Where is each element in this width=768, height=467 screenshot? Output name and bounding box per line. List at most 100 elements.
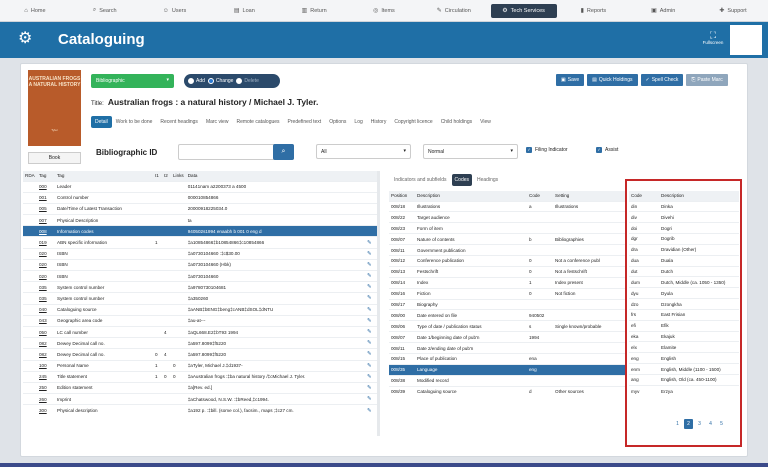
marc-tag-link[interactable]: 082: [37, 337, 55, 349]
language-code-row[interactable]: elx Elamite: [629, 341, 739, 353]
fixed-field-row[interactable]: 008/11 Date 2/ending date of pub'n: [389, 342, 627, 354]
pencil-icon[interactable]: ✎: [367, 284, 372, 290]
nav-item-loan[interactable]: ▤ Loan: [211, 4, 277, 18]
marc-row[interactable]: 008 Information codes 940502s1994 enaabh b…: [23, 225, 377, 237]
filter-normal-select[interactable]: Normal ▾: [423, 144, 518, 159]
pencil-icon[interactable]: ✎: [367, 318, 372, 324]
filter-all-select[interactable]: All ▾: [316, 144, 411, 159]
nav-item-support[interactable]: ✚ Support: [700, 4, 766, 18]
fullscreen-button[interactable]: ⛶ Fullscreen: [700, 30, 726, 45]
tab-marc-view[interactable]: Marc view: [202, 116, 233, 128]
marc-row[interactable]: 100 Personal Name 1 0 ‡aTyler, Michael J.‡d1…: [23, 359, 377, 372]
mode-add-radio[interactable]: Add: [188, 78, 205, 84]
pencil-icon[interactable]: ✎: [367, 307, 372, 313]
marc-tag-link[interactable]: 260: [37, 393, 55, 405]
language-code-row[interactable]: dyu Dyula: [629, 287, 739, 299]
marc-tag-link[interactable]: 050: [37, 325, 55, 338]
tab-log[interactable]: Log: [350, 116, 366, 128]
pencil-icon[interactable]: ✎: [367, 240, 372, 246]
language-code-row[interactable]: eka Ekajuk: [629, 330, 739, 342]
tab-view[interactable]: View: [476, 116, 495, 128]
mode-change-radio[interactable]: Change: [207, 78, 233, 84]
marc-tag-link[interactable]: 043: [37, 314, 55, 327]
fixed-field-row[interactable]: 008/16 Fiction 0 Not fiction: [389, 287, 627, 300]
tab-options[interactable]: Options: [325, 116, 350, 128]
marc-row[interactable]: 020 ISBN ‡a0730104660 (Hbk) ✎: [23, 258, 377, 271]
page-button-3[interactable]: 3: [695, 419, 704, 429]
language-code-row[interactable]: dzo Dzongkha: [629, 298, 739, 310]
marc-tag-link[interactable]: 250: [37, 381, 55, 394]
language-code-row[interactable]: dgr Dogrib: [629, 233, 739, 245]
page-button-1[interactable]: 1: [673, 419, 682, 429]
fixed-field-row[interactable]: 008/14 Index 1 Index present: [389, 276, 627, 289]
marc-row[interactable]: 019 ABN specific information 1 ‡a10854866‡b…: [23, 236, 377, 249]
page-button-5[interactable]: 5: [717, 419, 726, 429]
spell-check-button[interactable]: ✓ Spell Check: [640, 74, 684, 86]
marc-tag-link[interactable]: 020: [37, 247, 55, 260]
nav-item-items[interactable]: ◎ Items: [351, 4, 417, 18]
marc-tag-link[interactable]: 019: [37, 236, 55, 249]
marc-tag-link[interactable]: 100: [37, 359, 55, 372]
fixed-field-row[interactable]: 008/11 Government publication: [389, 244, 627, 256]
quick-holdings-button[interactable]: ▤ Quick Holdings: [587, 74, 638, 86]
fixed-field-row[interactable]: 008/06 Type of date / publication status s…: [389, 320, 627, 332]
pencil-icon[interactable]: ✎: [367, 340, 372, 346]
marc-tag-link[interactable]: 040: [37, 303, 55, 316]
tab-history[interactable]: History: [367, 116, 391, 128]
language-code-row[interactable]: frs East Frisian: [629, 308, 739, 321]
book-button[interactable]: Book: [28, 152, 81, 164]
pencil-icon[interactable]: ✎: [367, 262, 372, 268]
tab-work-to-be-done[interactable]: Work to be done: [112, 116, 157, 128]
marc-tag-link[interactable]: 035: [37, 281, 55, 293]
assist-checkbox[interactable]: ✓ Assist: [596, 147, 618, 153]
marc-row[interactable]: 001 Control number 000010854866: [23, 191, 377, 204]
tab-recent-headings[interactable]: Recent headings: [156, 116, 202, 128]
marc-tag-link[interactable]: 007: [37, 214, 55, 226]
tab-remote-catalogues[interactable]: Remote catalogues: [232, 116, 283, 128]
marc-tag-link[interactable]: 300: [37, 404, 55, 416]
subtab-headings[interactable]: Headings: [474, 174, 501, 186]
mode-delete-radio[interactable]: Delete: [236, 78, 259, 84]
marc-row[interactable]: 035 System control number ‡a9780730104681 ✎: [23, 281, 377, 293]
nav-item-admin[interactable]: ▣ Admin: [630, 4, 696, 18]
tab-detail[interactable]: Detail: [91, 116, 112, 128]
language-code-row[interactable]: dum Dutch, Middle (ca. 1050 - 1350): [629, 276, 739, 288]
subtab-indicators-and-subfields[interactable]: Indicators and subfields: [391, 174, 450, 186]
marc-row[interactable]: 000 Leader 01141nam a2200373 a 4500: [23, 180, 377, 193]
fixed-field-row[interactable]: 008/18 Illustrations a Illustrations: [389, 200, 627, 212]
fixed-field-row[interactable]: 008/17 Biography: [389, 298, 627, 310]
language-code-row[interactable]: eng English: [629, 352, 739, 364]
pencil-icon[interactable]: ✎: [367, 396, 372, 402]
nav-item-tech-services[interactable]: ⚙ Tech Services: [490, 3, 557, 18]
marc-row[interactable]: 035 System control number ‡a350260 ✎: [23, 292, 377, 305]
pencil-icon[interactable]: ✎: [367, 408, 372, 414]
pencil-icon[interactable]: ✎: [367, 363, 372, 369]
fixed-field-row[interactable]: 008/35 Language eng: [389, 363, 627, 376]
language-code-row[interactable]: efi Efik: [629, 319, 739, 332]
pencil-icon[interactable]: ✎: [367, 273, 372, 279]
marc-row[interactable]: 250 Edition statement ‡a[Rev. ed.] ✎: [23, 381, 377, 394]
marc-row[interactable]: 245 Title statement 1 0 0 ‡aAustralian frogs …: [23, 370, 377, 383]
nav-item-home[interactable]: ⌂ Home: [2, 4, 68, 18]
language-code-row[interactable]: enm English, Middle (1100 - 1500): [629, 363, 739, 375]
language-code-row[interactable]: dua Duala: [629, 254, 739, 267]
fixed-field-row[interactable]: 008/07 Date 1/beginning date of pub'n 1994: [389, 331, 627, 343]
nav-item-users[interactable]: ☺ Users: [142, 4, 208, 18]
marc-row[interactable]: 005 Date/Time of Latest Transaction 200009…: [23, 202, 377, 215]
marc-tag-link[interactable]: 035: [37, 292, 55, 305]
fixed-field-row[interactable]: 008/12 Conference publication 0 Not a confe…: [389, 254, 627, 267]
fixed-field-row[interactable]: 008/13 Festschrift 0 Not a festschrift: [389, 265, 627, 278]
pencil-icon[interactable]: ✎: [367, 295, 372, 301]
fixed-field-row[interactable]: 008/23 Form of item: [389, 222, 627, 234]
filing-indicator-checkbox[interactable]: ✓ Filing Indicator: [526, 147, 568, 153]
language-code-row[interactable]: din Dinka: [629, 200, 739, 212]
marc-row[interactable]: 082 Dewey Decimal call no. 0 4 ‡a597.8099‡f5…: [23, 348, 377, 360]
tab-child-holdings[interactable]: Child holdings: [437, 116, 476, 128]
marc-row[interactable]: 082 Dewey Decimal call no. ‡a597.8099‡f522…: [23, 337, 377, 349]
marc-row[interactable]: 040 Cataloguing source ‡aANB‡bENG‡beng‡cAN…: [23, 303, 377, 316]
language-code-row[interactable]: dra Dravidian (Other): [629, 243, 739, 256]
marc-row[interactable]: 260 Imprint ‡aChatswood, N.S.W. :‡bReed,‡c…: [23, 393, 377, 405]
marc-row[interactable]: 020 ISBN ‡a0730104660 ✎: [23, 269, 377, 282]
pencil-icon[interactable]: ✎: [367, 251, 372, 257]
pencil-icon[interactable]: ✎: [367, 329, 372, 335]
